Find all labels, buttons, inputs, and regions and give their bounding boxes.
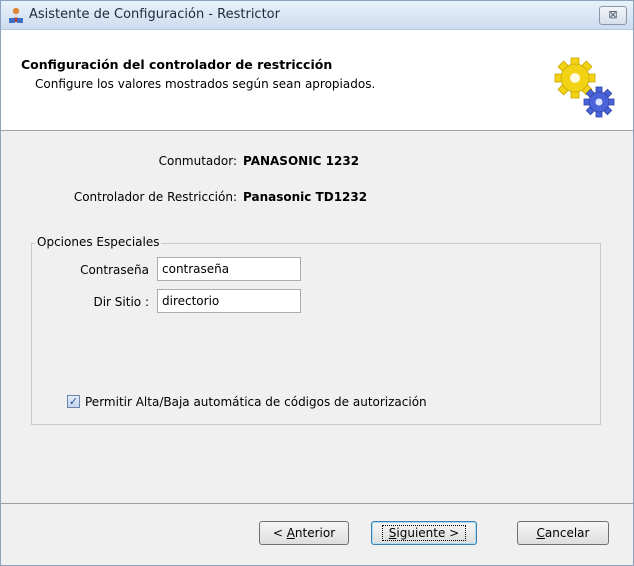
auto-enable-checkbox[interactable]: ✓	[67, 395, 80, 408]
next-button[interactable]: Siguiente >	[371, 521, 477, 545]
page-subtitle: Configure los valores mostrados según se…	[35, 77, 376, 91]
title-bar[interactable]: Asistente de Configuración - Restrictor …	[1, 1, 633, 30]
back-prefix: <	[272, 526, 287, 540]
switch-value: PANASONIC 1232	[243, 154, 360, 168]
wizard-header: Configuración del controlador de restric…	[1, 30, 633, 131]
back-label: nterior	[294, 526, 336, 540]
cancel-mnemonic: C	[536, 526, 545, 540]
switch-label: Conmutador:	[158, 154, 237, 168]
back-button[interactable]: < Anterior	[259, 521, 349, 545]
checkmark-icon: ✓	[68, 395, 79, 408]
password-label: Contraseña	[80, 263, 149, 277]
controller-label: Controlador de Restricción:	[73, 190, 237, 204]
wizard-window: Asistente de Configuración - Restrictor …	[0, 0, 634, 566]
special-options-legend: Opciones Especiales	[35, 235, 162, 249]
app-icon	[9, 7, 23, 23]
password-field[interactable]	[157, 257, 301, 281]
close-icon: ⊠	[608, 8, 618, 21]
next-label: iguiente >	[396, 526, 460, 540]
close-button[interactable]: ⊠	[599, 6, 627, 25]
next-focus-rect: Siguiente >	[381, 525, 467, 541]
footer-divider	[1, 503, 633, 504]
cancel-button[interactable]: Cancelar	[517, 521, 609, 545]
site-dir-label: Dir Sitio :	[93, 295, 149, 309]
back-mnemonic: A	[286, 526, 295, 540]
cancel-label: ancelar	[544, 526, 590, 540]
site-dir-field[interactable]	[157, 289, 301, 313]
gears-icon	[554, 57, 615, 118]
controller-value: Panasonic TD1232	[243, 190, 368, 204]
auto-enable-checkbox-label[interactable]: Permitir Alta/Baja automática de códigos…	[85, 395, 427, 409]
page-title: Configuración del controlador de restric…	[21, 57, 333, 72]
window-title: Asistente de Configuración - Restrictor	[29, 7, 280, 22]
